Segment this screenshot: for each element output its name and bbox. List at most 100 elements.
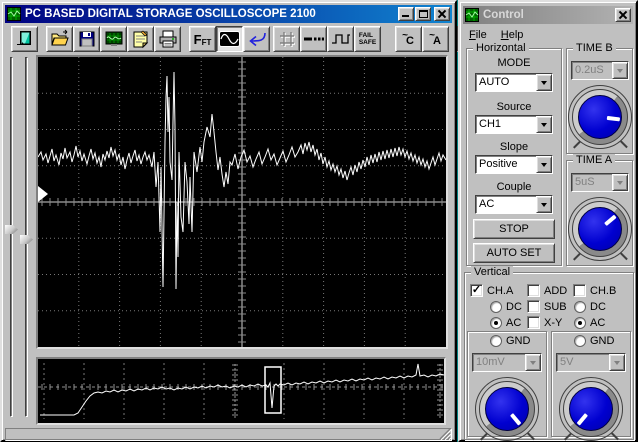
time-b-group: TIME B 0.2uS (566, 48, 633, 154)
source-label: Source (467, 101, 561, 113)
main-window: PC BASED DIGITAL STORAGE OSCILLOSCOPE 21… (0, 0, 457, 442)
print-button[interactable] (154, 26, 181, 52)
ch-a-ac-radio[interactable] (490, 317, 502, 329)
control-titlebar: Control (463, 6, 633, 24)
floppy-disk-icon (78, 30, 96, 48)
ch-a-range-combobox[interactable]: 10mV (472, 353, 542, 372)
open-button[interactable] (46, 26, 73, 52)
ch-b-gain-knob[interactable] (563, 381, 619, 437)
main-titlebar: PC BASED DIGITAL STORAGE OSCILLOSCOPE 21… (5, 5, 452, 23)
ch-b-checkbox[interactable]: ✓ (573, 284, 586, 297)
chevron-down-icon[interactable] (536, 74, 552, 91)
time-b-combobox[interactable]: 0.2uS (571, 61, 629, 80)
menu-file[interactable]: File (469, 29, 487, 41)
close-icon (438, 10, 446, 18)
channel-b-position-slider[interactable] (20, 55, 34, 419)
knob-face (569, 387, 613, 431)
ch-a-dc-radio[interactable] (490, 301, 502, 313)
ch-b-range-combobox[interactable]: 5V (556, 353, 626, 372)
ch-a-checkbox[interactable]: ✓ (470, 284, 483, 297)
ch-b-ac-radio[interactable] (574, 317, 586, 329)
notepad-icon (131, 30, 150, 49)
square-wave-button[interactable] (327, 26, 354, 52)
chevron-down-icon[interactable] (536, 156, 552, 173)
sine-wave-icon (219, 31, 240, 47)
xy-checkbox[interactable]: ✓ (527, 316, 540, 329)
ch-a-gnd-radio[interactable] (490, 335, 502, 347)
channel-a-position-slider[interactable] (5, 55, 19, 419)
coupling-c-button[interactable]: ~ C (395, 26, 422, 52)
overview-canvas[interactable] (38, 359, 444, 423)
notes-button[interactable] (127, 26, 154, 52)
couple-combobox[interactable]: AC (475, 195, 553, 214)
ch-a-ac-label: AC (506, 317, 521, 329)
fft-label: F (194, 32, 202, 47)
ch-b-gnd-radio[interactable] (574, 335, 586, 347)
ch-b-ac-label: AC (590, 317, 605, 329)
coupling-a-button[interactable]: ~ A (422, 26, 449, 52)
main-scope-display (36, 55, 448, 349)
slider-track (10, 57, 13, 417)
knob-min-tick (573, 253, 580, 260)
stop-button[interactable]: STOP (473, 219, 555, 239)
horizontal-group-label: Horizontal (473, 42, 529, 55)
close-button[interactable] (434, 7, 450, 21)
capture-button[interactable] (100, 26, 127, 52)
chevron-down-icon (525, 354, 541, 371)
knob-min-tick (573, 141, 580, 148)
source-combobox[interactable]: CH1 (475, 115, 553, 134)
slider-thumb[interactable] (20, 235, 33, 244)
recall-button[interactable] (243, 26, 270, 52)
grid-button[interactable] (273, 26, 300, 52)
auto-set-button[interactable]: AUTO SET (473, 243, 555, 263)
control-scope-icon (465, 8, 479, 22)
chevron-down-icon[interactable] (536, 116, 552, 133)
chevron-down-icon (612, 62, 628, 79)
slope-combobox[interactable]: Positive (475, 155, 553, 174)
trigger-level-marker[interactable] (38, 186, 48, 202)
status-bar (5, 428, 452, 441)
resize-grip[interactable] (439, 428, 451, 440)
square-wave-icon (331, 31, 351, 47)
mode-label: MODE (467, 57, 561, 69)
overview-display[interactable] (36, 357, 446, 425)
save-button[interactable] (73, 26, 100, 52)
sub-checkbox[interactable]: ✓ (527, 300, 540, 313)
line-style-button[interactable] (300, 26, 327, 52)
time-b-knob[interactable] (572, 89, 628, 145)
main-scope-canvas (38, 57, 446, 347)
fail-safe-button[interactable]: FAIL SAFE (354, 26, 381, 52)
minimize-button[interactable] (398, 7, 414, 21)
maximize-icon (419, 10, 428, 18)
ch-b-gnd-label: GND (590, 335, 614, 347)
horizontal-group: Horizontal MODE AUTO Source CH1 Slope Po… (466, 48, 562, 266)
add-checkbox[interactable]: ✓ (527, 284, 540, 297)
close-icon (619, 11, 627, 19)
slider-thumb[interactable] (5, 225, 18, 234)
chevron-down-icon (612, 174, 628, 191)
control-window-title: Control (483, 9, 614, 21)
ch-a-gnd-label: GND (506, 335, 530, 347)
knob-max-tick (611, 433, 618, 440)
ch-b-dc-radio[interactable] (574, 301, 586, 313)
sub-label: SUB (544, 301, 567, 313)
time-b-group-label: TIME B (573, 42, 616, 55)
desktop: { "main_window": { "title": "PC BASED DI… (0, 0, 638, 442)
chevron-down-icon[interactable] (536, 196, 552, 213)
time-a-combobox[interactable]: 5uS (571, 173, 629, 192)
ch-a-gain-knob[interactable] (479, 381, 535, 437)
zoom-selector-box[interactable] (265, 367, 281, 413)
fft-button[interactable]: FFT (189, 26, 216, 52)
knob-face (578, 207, 622, 251)
waveform-button[interactable] (216, 26, 243, 52)
exit-button[interactable] (11, 26, 38, 52)
dotted-line-icon (304, 35, 324, 43)
control-window: Control File Help Horizontal MODE AUTO S… (458, 0, 638, 442)
ch-b-dc-label: DC (590, 301, 606, 313)
time-a-knob[interactable] (572, 201, 628, 257)
control-close-button[interactable] (615, 8, 631, 22)
knob-face (485, 387, 529, 431)
maximize-button[interactable] (415, 7, 431, 21)
menu-help[interactable]: Help (501, 29, 524, 41)
mode-combobox[interactable]: AUTO (475, 73, 553, 92)
